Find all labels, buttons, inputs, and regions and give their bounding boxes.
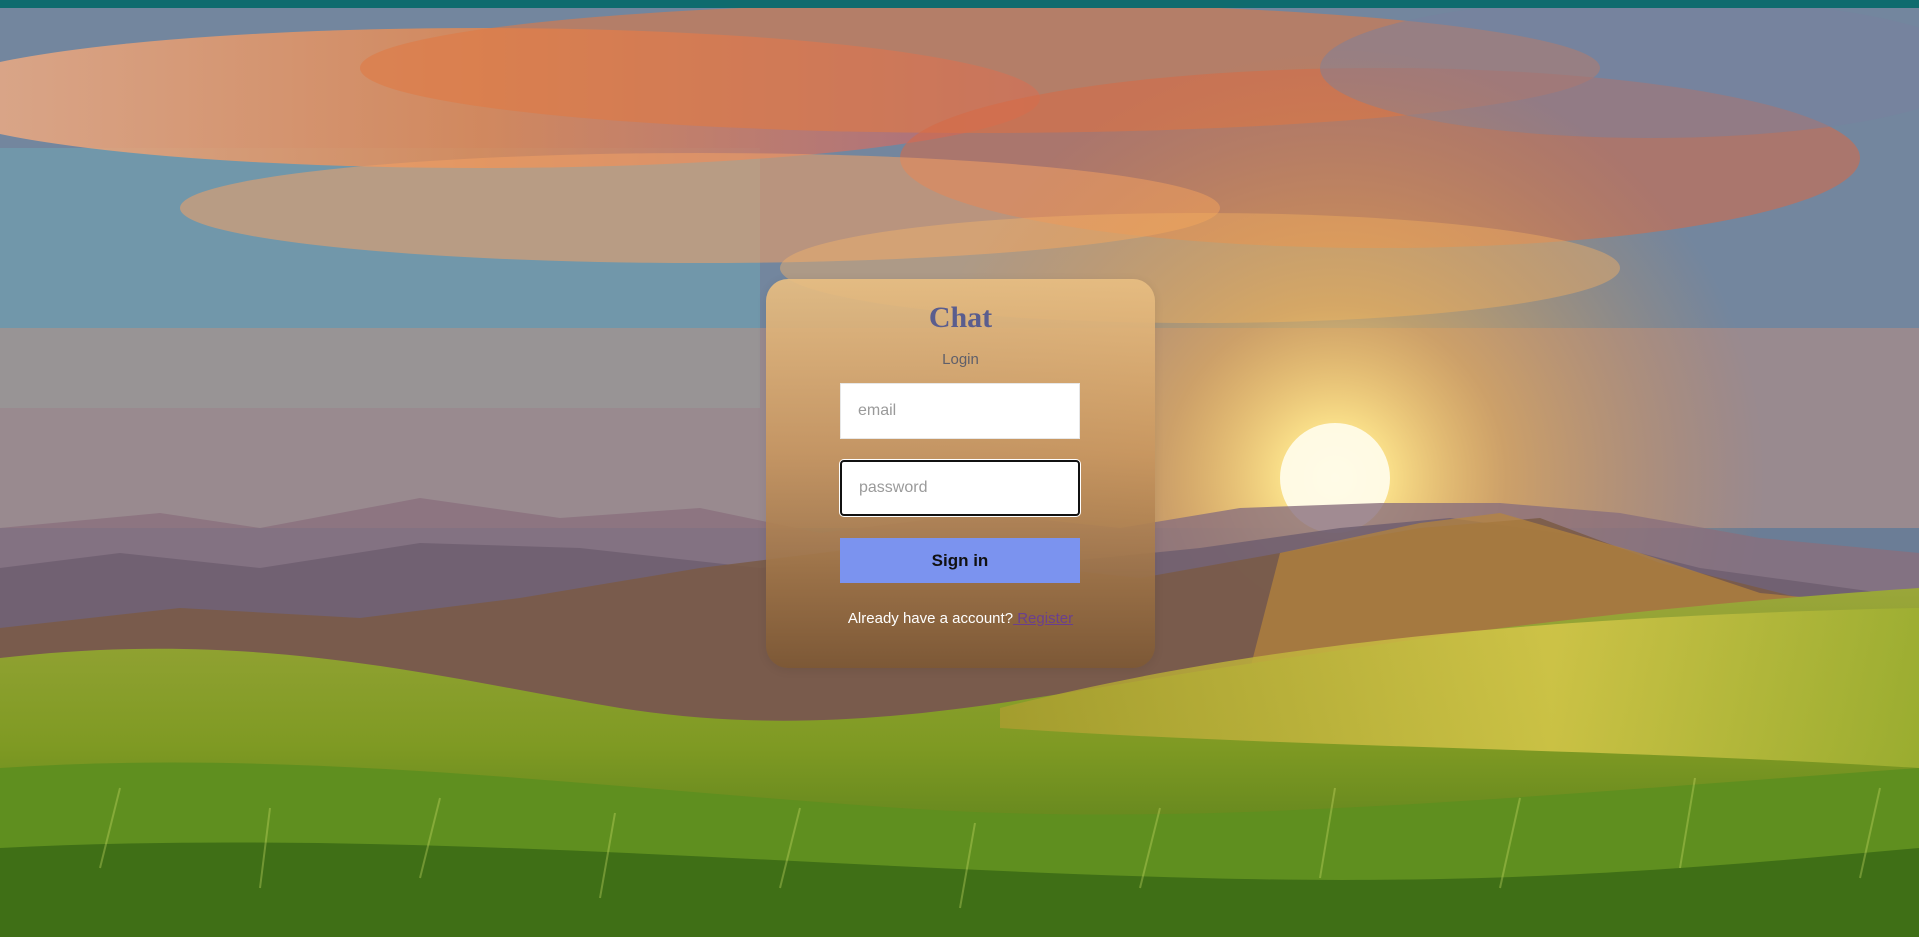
login-subtitle: Login [942,351,979,368]
top-accent-strip [0,0,1919,8]
app-title: Chat [928,301,993,334]
register-link[interactable]: Register [1013,610,1073,627]
login-card: Chat Login Sign in Already have a accoun… [766,279,1155,668]
account-prompt: Already have a account? [847,610,1014,627]
email-input[interactable] [840,383,1080,439]
register-line: Already have a account? Register [766,610,1155,627]
sign-in-button[interactable]: Sign in [840,538,1080,583]
password-input[interactable] [840,460,1080,516]
